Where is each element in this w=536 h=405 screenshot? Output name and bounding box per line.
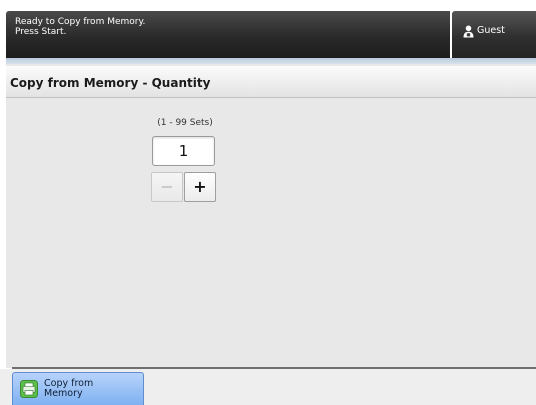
- user-icon: [463, 25, 474, 38]
- page-title: Copy from Memory - Quantity: [10, 76, 211, 90]
- user-login-button[interactable]: Guest: [452, 11, 536, 58]
- quantity-range-label: (1 - 99 Sets): [157, 118, 213, 128]
- copy-from-memory-tab[interactable]: Copy from Memory: [12, 372, 144, 405]
- increment-button[interactable]: +: [184, 172, 216, 202]
- status-line-1: Ready to Copy from Memory.: [15, 17, 146, 27]
- app-tab-bar: Copy from Memory: [0, 369, 536, 405]
- status-message-panel: Ready to Copy from Memory. Press Start.: [6, 11, 450, 58]
- printer-icon: [20, 380, 38, 398]
- decrement-button[interactable]: −: [151, 172, 183, 202]
- quantity-input[interactable]: 1: [152, 136, 215, 166]
- status-bar: Ready to Copy from Memory. Press Start. …: [0, 0, 536, 60]
- main-screen: Copy from Memory - Quantity (1 - 99 Sets…: [6, 64, 536, 368]
- page-title-bar: Copy from Memory - Quantity: [6, 66, 536, 98]
- status-line-2: Press Start.: [15, 27, 67, 37]
- tab-label: Copy from Memory: [44, 378, 94, 399]
- user-label: Guest: [477, 25, 505, 36]
